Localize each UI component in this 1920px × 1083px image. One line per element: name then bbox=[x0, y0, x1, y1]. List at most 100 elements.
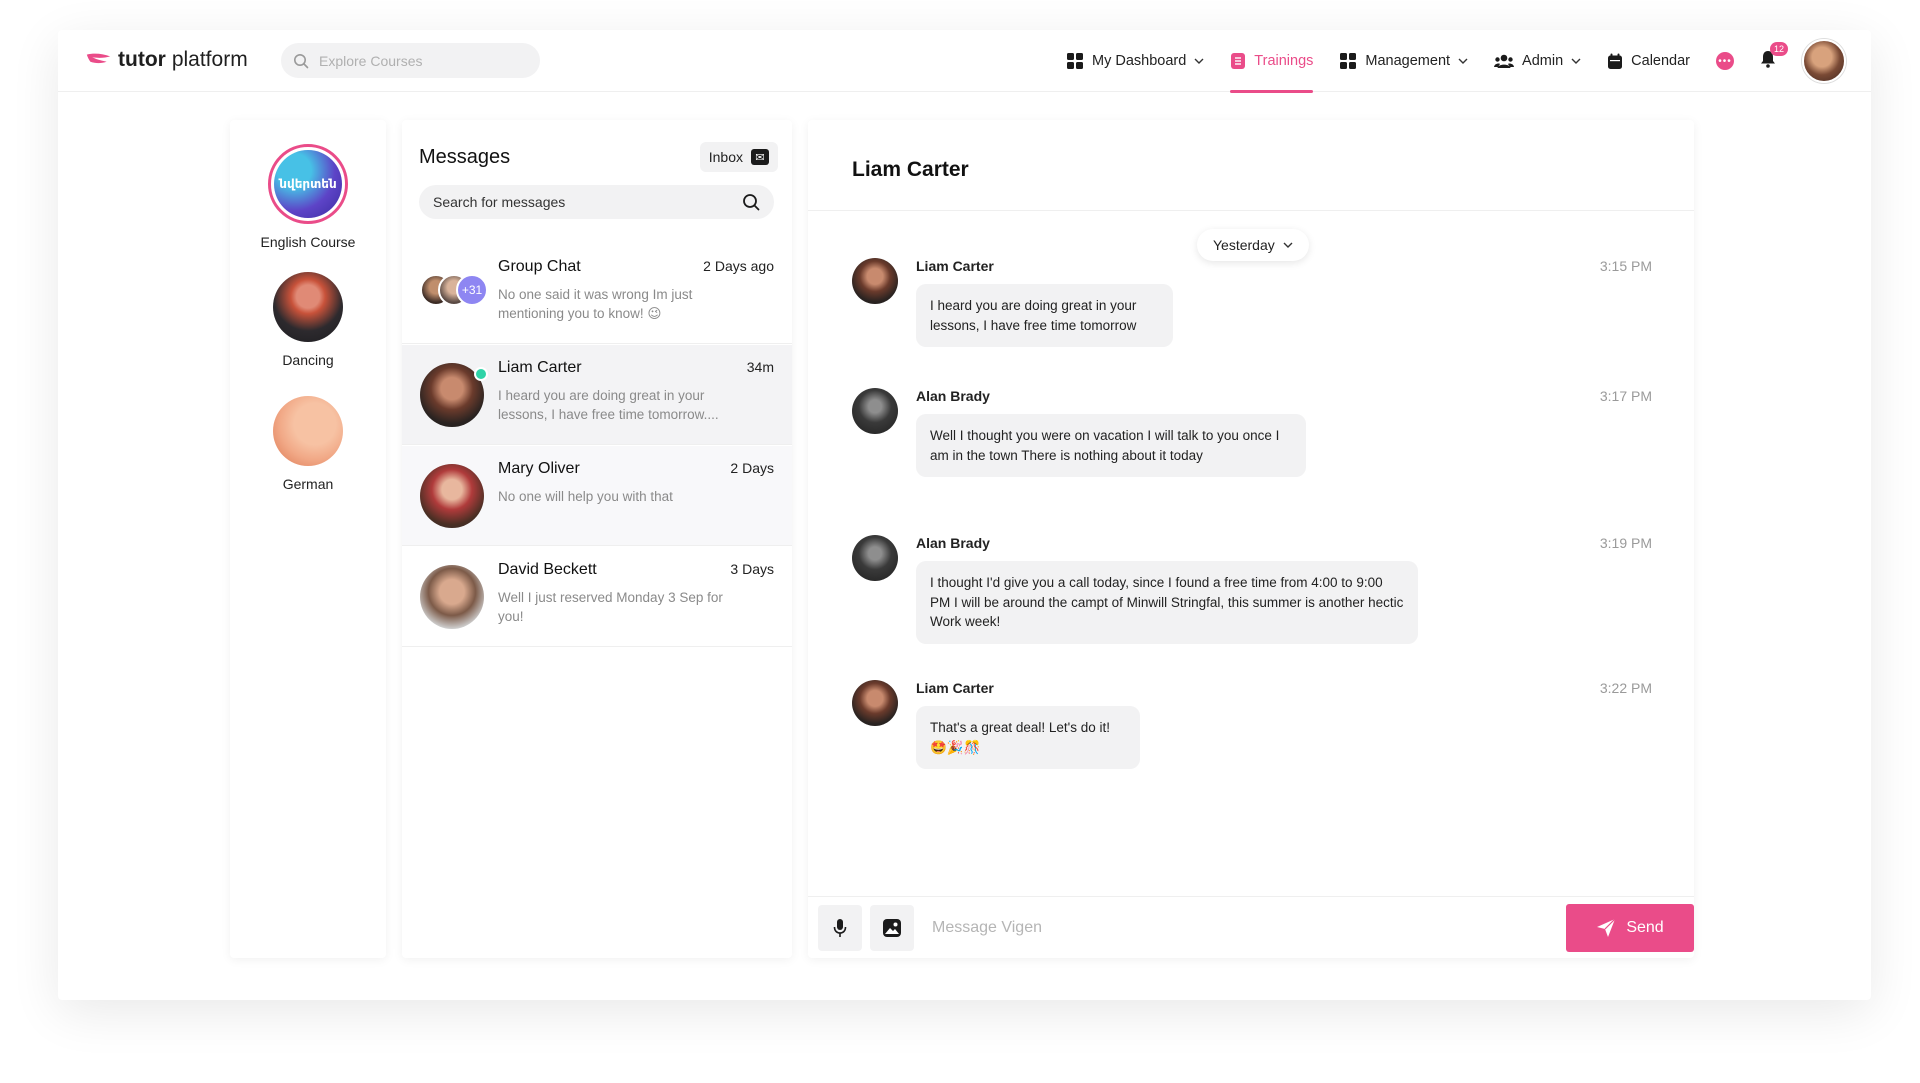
main-nav: My Dashboard Trainings Management Admin … bbox=[1066, 30, 1846, 93]
messages-panel: Messages Inbox ✉ +31 Group Chat 2 Days a… bbox=[402, 120, 792, 958]
contact-avatar bbox=[420, 565, 484, 629]
nav-management[interactable]: Management bbox=[1339, 30, 1468, 92]
message-search-box[interactable] bbox=[419, 185, 774, 219]
course-sidebar: նվերտեն English Course Dancing German bbox=[230, 120, 386, 958]
message-composer: Send bbox=[808, 896, 1694, 958]
conversation-snippet: I heard you are doing great in your less… bbox=[498, 388, 719, 422]
message-time: 3:22 PM bbox=[1599, 680, 1652, 696]
conversation-time: 3 Days bbox=[730, 561, 774, 577]
nav-label: Calendar bbox=[1631, 53, 1690, 69]
chat-panel: Liam Carter Yesterday Liam Carter 3:15 P… bbox=[808, 120, 1694, 958]
contact-avatar bbox=[420, 464, 484, 528]
brand-logo[interactable]: tutor platform bbox=[85, 48, 248, 72]
course-search-box[interactable] bbox=[281, 43, 540, 78]
course-dancing[interactable]: Dancing bbox=[230, 272, 386, 368]
divider bbox=[808, 210, 1694, 211]
notifications-button[interactable]: 12 bbox=[1760, 41, 1789, 73]
course-german[interactable]: German bbox=[230, 396, 386, 492]
german-course-avatar bbox=[273, 396, 343, 466]
envelope-icon: ✉ bbox=[751, 149, 769, 165]
conversation-name: David Beckett bbox=[498, 561, 597, 578]
voice-record-button[interactable] bbox=[818, 904, 862, 951]
nav-label: Admin bbox=[1522, 53, 1564, 69]
inbox-label: Inbox bbox=[708, 149, 743, 165]
conversation-david-beckett[interactable]: David Beckett 3 Days Well I just reserve… bbox=[402, 547, 792, 647]
conversation-name: Group Chat bbox=[498, 258, 581, 275]
message-time: 3:19 PM bbox=[1599, 535, 1652, 551]
sender-name: Liam Carter bbox=[916, 680, 994, 696]
online-status-dot bbox=[474, 367, 488, 381]
inbox-button[interactable]: Inbox ✉ bbox=[699, 142, 778, 172]
app-window: tutorplatform My Dashboard Trainings Man… bbox=[58, 30, 1871, 1000]
chat-bubble-icon[interactable]: ••• bbox=[1716, 52, 1734, 70]
course-english[interactable]: նվերտեն English Course bbox=[230, 144, 386, 250]
message-bubble: I heard you are doing great in your less… bbox=[916, 284, 1173, 347]
conversation-snippet: No one said it was wrong Im just mention… bbox=[498, 287, 693, 321]
search-icon[interactable] bbox=[742, 193, 760, 211]
course-label: Dancing bbox=[282, 352, 334, 368]
notification-count-badge: 12 bbox=[1770, 41, 1789, 56]
top-navigation-bar: tutorplatform My Dashboard Trainings Man… bbox=[58, 30, 1871, 93]
nav-label: Management bbox=[1365, 53, 1451, 69]
conversation-name: Mary Oliver bbox=[498, 460, 580, 477]
brand-name-bold: tutor bbox=[118, 48, 166, 71]
nav-admin[interactable]: Admin bbox=[1494, 30, 1581, 92]
wing-logo-icon bbox=[86, 53, 111, 64]
sender-avatar bbox=[852, 680, 898, 726]
brand-name-light: platform bbox=[171, 48, 248, 71]
message-bubble: That's a great deal! Let's do it! 🤩🎉🎊 bbox=[916, 706, 1140, 769]
chat-title: Liam Carter bbox=[852, 158, 969, 181]
paper-plane-icon bbox=[1597, 918, 1616, 937]
course-label: English Course bbox=[260, 234, 356, 250]
attach-image-button[interactable] bbox=[870, 904, 914, 951]
sender-avatar bbox=[852, 535, 898, 581]
search-icon bbox=[294, 53, 309, 68]
send-button[interactable]: Send bbox=[1566, 904, 1694, 952]
sender-avatar bbox=[852, 388, 898, 434]
course-label: German bbox=[282, 476, 334, 492]
day-filter-dropdown[interactable]: Yesterday bbox=[1197, 229, 1309, 261]
document-icon bbox=[1231, 53, 1246, 69]
message-bubble: I thought I'd give you a call today, sin… bbox=[916, 561, 1418, 644]
conversation-time: 2 Days bbox=[730, 460, 774, 476]
message-time: 3:17 PM bbox=[1599, 388, 1652, 404]
microphone-icon bbox=[833, 918, 847, 937]
chevron-down-icon bbox=[1283, 242, 1293, 248]
dancing-course-avatar bbox=[273, 272, 343, 342]
conversation-name: Liam Carter bbox=[498, 359, 582, 376]
english-course-avatar: նվերտեն bbox=[268, 144, 348, 224]
conversation-mary-oliver[interactable]: Mary Oliver 2 Days No one will help you … bbox=[402, 446, 792, 546]
day-filter-label: Yesterday bbox=[1213, 237, 1275, 253]
sender-name: Alan Brady bbox=[916, 388, 990, 404]
nav-calendar[interactable]: Calendar bbox=[1607, 30, 1690, 92]
chevron-down-icon bbox=[1571, 58, 1581, 64]
conversation-time: 34m bbox=[746, 359, 774, 375]
more-members-badge: +31 bbox=[456, 274, 488, 306]
send-label: Send bbox=[1626, 919, 1664, 936]
conversation-snippet: No one will help you with that bbox=[498, 489, 673, 504]
nav-trainings[interactable]: Trainings bbox=[1230, 30, 1314, 93]
conversation-group-chat[interactable]: +31 Group Chat 2 Days ago No one said it… bbox=[402, 244, 792, 344]
sender-name: Alan Brady bbox=[916, 535, 990, 551]
image-icon bbox=[883, 918, 901, 937]
chevron-down-icon bbox=[1194, 58, 1204, 64]
users-icon bbox=[1494, 54, 1515, 68]
english-course-logo-text: նվերտեն bbox=[279, 177, 337, 191]
nav-my-dashboard[interactable]: My Dashboard bbox=[1066, 30, 1204, 92]
user-avatar[interactable] bbox=[1802, 39, 1846, 83]
grid-icon bbox=[1340, 53, 1357, 69]
nav-label: My Dashboard bbox=[1092, 53, 1187, 69]
sender-name: Liam Carter bbox=[916, 258, 994, 274]
conversation-snippet: Well I just reserved Monday 3 Sep for yo… bbox=[498, 590, 723, 624]
message-time: 3:15 PM bbox=[1599, 258, 1652, 274]
message-bubble: Well I thought you were on vacation I wi… bbox=[916, 414, 1306, 477]
message-input[interactable] bbox=[932, 913, 1532, 943]
course-search-input[interactable] bbox=[319, 52, 519, 69]
sender-avatar bbox=[852, 258, 898, 304]
chevron-down-icon bbox=[1458, 58, 1468, 64]
message-search-input[interactable] bbox=[433, 194, 713, 210]
nav-label: Trainings bbox=[1254, 53, 1314, 69]
conversation-liam-carter[interactable]: Liam Carter 34m I heard you are doing gr… bbox=[402, 345, 792, 445]
group-avatars: +31 bbox=[420, 274, 500, 306]
messages-title: Messages bbox=[419, 146, 511, 168]
